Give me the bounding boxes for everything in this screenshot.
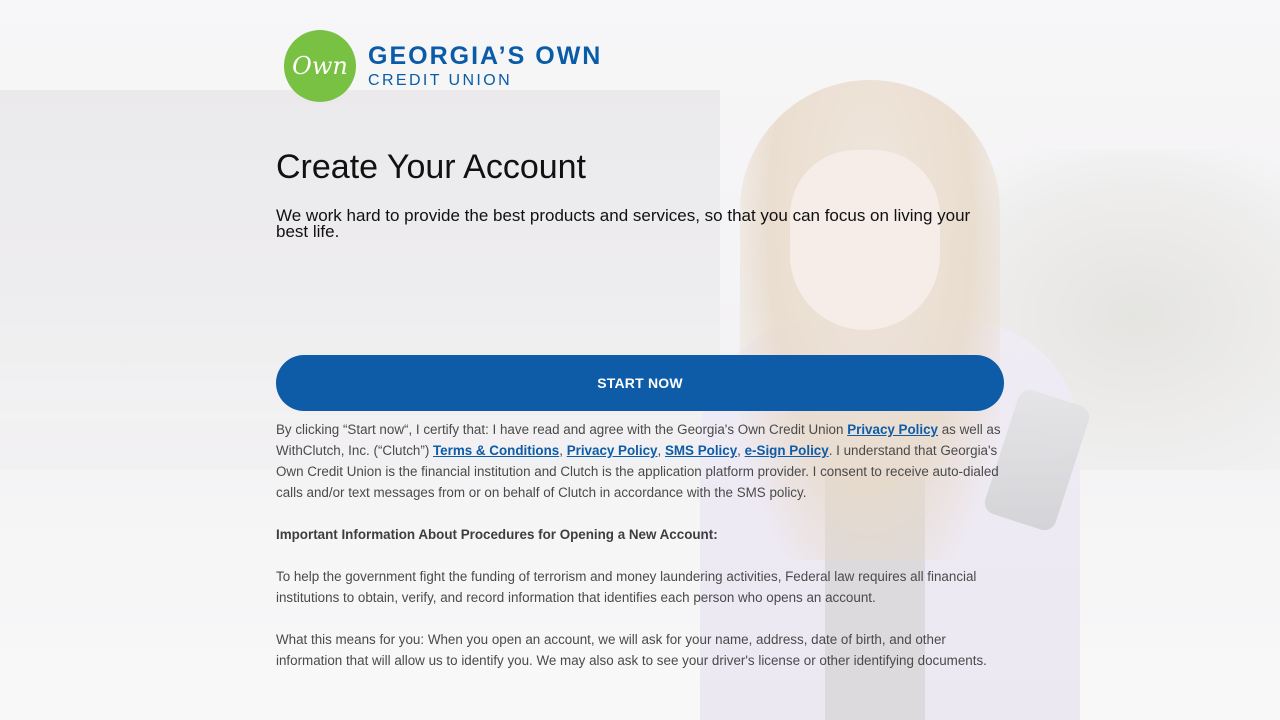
separator: , — [737, 443, 745, 458]
logo-line-2: CREDIT UNION — [368, 71, 513, 89]
page-title: Create Your Account — [276, 148, 587, 186]
separator: , — [559, 443, 567, 458]
important-paragraph-2: What this means for you: When you open a… — [276, 632, 987, 668]
disclaimer: By clicking “Start now“, I certify that:… — [276, 419, 1004, 692]
esign-policy-link[interactable]: e-Sign Policy — [745, 443, 829, 458]
logo-mark: Own — [284, 30, 356, 102]
page-subtitle: We work hard to provide the best product… — [276, 206, 971, 241]
consent-text-1: By clicking “Start now“, I certify that:… — [276, 422, 848, 437]
logo-mark-text: Own — [292, 52, 348, 80]
start-now-button[interactable]: START NOW — [276, 355, 1004, 411]
cu-privacy-policy-link[interactable]: Privacy Policy — [847, 422, 938, 437]
logo-wordmark: GEORGIA’S OWN CREDIT UNION — [368, 41, 603, 89]
brand-logo[interactable]: Own GEORGIA’S OWN CREDIT UNION — [284, 30, 602, 102]
important-heading: Important Information About Procedures f… — [276, 527, 718, 542]
consent-paragraph: By clicking “Start now“, I certify that:… — [276, 419, 1004, 503]
logo-line-1: GEORGIA’S OWN — [368, 41, 603, 70]
separator: , — [657, 443, 665, 458]
terms-conditions-link[interactable]: Terms & Conditions — [433, 443, 559, 458]
clutch-privacy-policy-link[interactable]: Privacy Policy — [567, 443, 658, 458]
important-heading-paragraph: Important Information About Procedures f… — [276, 524, 1004, 545]
important-paragraph-1: To help the government fight the funding… — [276, 569, 977, 605]
sms-policy-link[interactable]: SMS Policy — [665, 443, 737, 458]
